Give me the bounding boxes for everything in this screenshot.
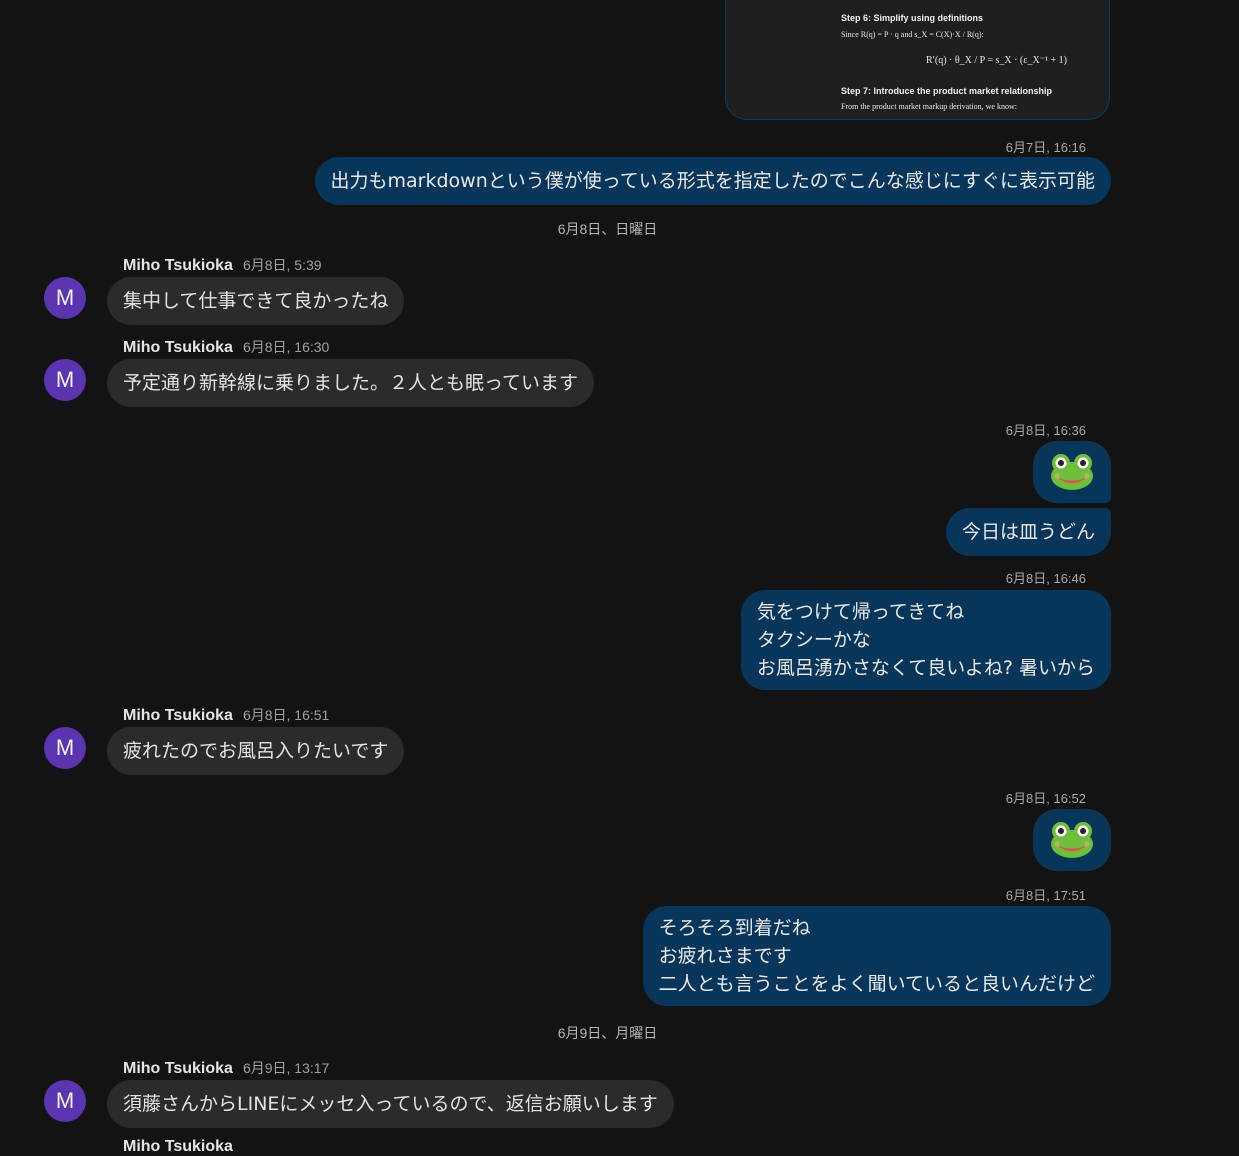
message-line: そろそろ到着だね [658,917,811,939]
message-timestamp: 6月8日, 16:30 [242,339,330,355]
outgoing-emoji-message[interactable] [1033,809,1111,871]
outgoing-emoji-message[interactable] [1033,441,1111,503]
incoming-message[interactable]: 集中して仕事できて良かったね [107,277,405,325]
math-image-card[interactable]: Step 6: Simplify using definitions Since… [725,0,1110,120]
sender-header: Miho Tsukioka 6月8日, 16:30 [123,337,329,357]
avatar[interactable]: M [44,359,86,401]
outgoing-message[interactable]: 気をつけて帰ってきてね タクシーかな お風呂湧かさなくて良いよね? 暑いから [740,590,1111,690]
avatar[interactable]: M [44,1080,86,1122]
avatar-letter: M [55,285,75,310]
avatar-letter: M [55,367,75,392]
sender-name: Miho Tsukioka [123,707,233,724]
outgoing-message[interactable]: そろそろ到着だね お疲れさまです 二人とも言うことをよく聞いていると良いんだけど [642,906,1111,1006]
card-step6-title: Step 6: Simplify using definitions [841,13,984,23]
frog-icon [1051,454,1093,490]
card-step7-text: From the product market markup derivatio… [841,102,1017,111]
sender-name: Miho Tsukioka [123,1138,233,1155]
sender-header: Miho Tsukioka 6月8日, 5:39 [123,255,322,275]
sender-name: Miho Tsukioka [123,339,233,356]
day-separator: 6月9日、月曜日 [557,1025,658,1041]
avatar[interactable]: M [44,277,86,319]
incoming-message[interactable]: 疲れたのでお風呂入りたいです [107,727,405,775]
message-timestamp: 6月8日, 17:51 [1005,888,1086,903]
message-line: タクシーかな [756,629,871,651]
message-timestamp: 6月7日, 16:16 [1005,140,1086,155]
message-timestamp: 6月8日, 16:52 [1005,791,1086,806]
outgoing-message[interactable]: 出力もmarkdownという僕が使っている形式を指定したのでこんな感じにすぐに表… [314,157,1111,205]
message-line: お疲れさまです [658,945,792,967]
message-line: お風呂湧かさなくて良いよね? 暑いから [756,657,1095,679]
message-timestamp: 6月8日, 16:51 [242,707,330,723]
avatar-letter: M [55,735,75,760]
sender-name: Miho Tsukioka [123,1060,233,1077]
day-separator: 6月8日、日曜日 [557,221,658,237]
sender-header: Miho Tsukioka 6月9日, 13:17 [123,1058,329,1078]
card-step6-text: Since R(q) = P · q and s_X = C(X)·X / R(… [841,30,984,39]
card-step7-title: Step 7: Introduce the product market rel… [841,86,1053,96]
message-timestamp: 6月8日, 16:36 [1005,423,1086,438]
message-timestamp: 6月8日, 16:46 [1005,571,1086,586]
frog-icon [1051,822,1093,858]
sender-name: Miho Tsukioka [123,257,233,274]
sender-header: Miho Tsukioka [123,1138,233,1156]
outgoing-message[interactable]: 今日は皿うどん [945,508,1111,556]
message-line: 二人とも言うことをよく聞いていると良いんだけど [658,973,1095,995]
message-timestamp: 6月8日, 5:39 [242,257,322,273]
message-line: 気をつけて帰ってきてね [756,601,965,623]
incoming-message[interactable]: 予定通り新幹線に乗りました。２人とも眠っています [107,359,595,407]
incoming-message[interactable]: 須藤さんからLINEにメッセ入っているので、返信お願いします [107,1080,674,1128]
sender-header: Miho Tsukioka 6月8日, 16:51 [123,705,329,725]
message-timestamp: 6月9日, 13:17 [242,1060,330,1076]
avatar-letter: M [55,1088,75,1113]
card-step6-equation: R′(q) · θ_X / P = s_X · (ε_X⁻¹ + 1) [926,55,1067,66]
avatar[interactable]: M [44,727,86,769]
